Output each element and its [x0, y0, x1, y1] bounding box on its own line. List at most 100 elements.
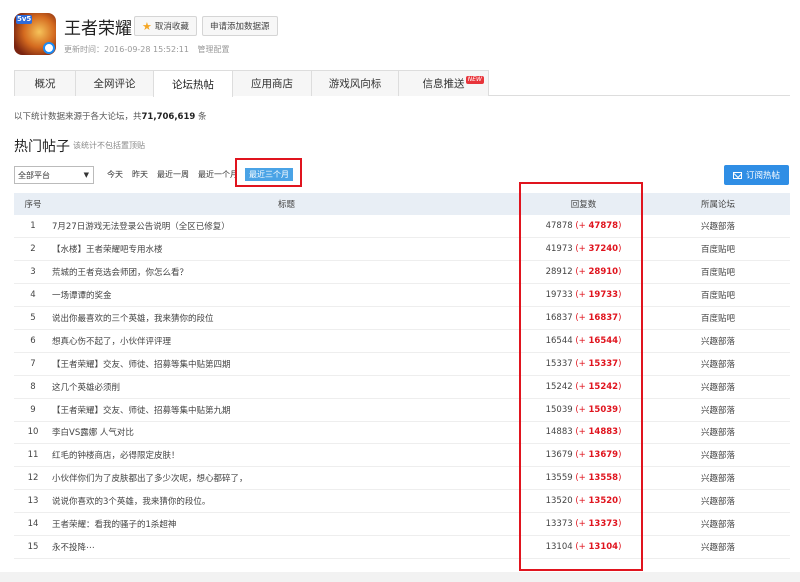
row-title-cell: 李白VS露娜 人气对比 [52, 421, 521, 445]
post-title-link[interactable]: 荒城的王者竞选会师团，你怎么看？ [52, 268, 188, 278]
mail-icon [732, 171, 742, 179]
header-forum: 所属论坛 [646, 193, 790, 215]
post-title-link[interactable]: 这几个英雄必须削 [52, 383, 120, 393]
section-note: 该统计不包括置顶贴 [73, 141, 145, 150]
subscribe-hot-posts-button[interactable]: 订阅热帖 [724, 165, 789, 185]
update-time: 更新时间：2016-09-28 15:52:11 [64, 45, 189, 54]
row-index: 6 [14, 329, 52, 353]
row-index: 8 [14, 375, 52, 399]
star-icon: ★ [142, 19, 152, 33]
row-title-cell: 说说你喜欢的3个英雄，我来猜你的段位。 [52, 489, 521, 514]
data-source-suffix: 条 [198, 112, 207, 122]
row-title-cell: 7月27日游戏无法登录公告说明（全区已修复） [52, 215, 521, 239]
tab-info-push[interactable]: 信息推送 NEW [398, 70, 489, 96]
row-title-cell: 说出你最喜欢的三个英雄，我来猜你的段位 [52, 306, 521, 330]
highlight-box-time-filter [235, 158, 302, 187]
tab-app-store[interactable]: 应用商店 [232, 70, 312, 96]
data-source-summary: 以下统计数据来源于各大论坛，共71,706,619 条 [14, 110, 207, 122]
table-row: 1 7月27日游戏无法登录公告说明（全区已修复） 47878 (+ 47878) 兴趣… [14, 215, 790, 239]
row-forum: 兴趣部落 [646, 421, 790, 445]
tencent-logo-icon [43, 42, 55, 54]
tab-forum-hot-posts[interactable]: 论坛热帖 [153, 70, 233, 97]
row-forum: 兴趣部落 [646, 398, 790, 422]
row-forum: 兴趣部落 [646, 375, 790, 399]
row-forum: 百度贴吧 [646, 306, 790, 330]
row-index: 5 [14, 306, 52, 330]
manage-config-link[interactable]: 管理配置 [198, 45, 230, 54]
post-title-link[interactable]: 王者荣耀：看我的骚子的1杀超神 [52, 520, 176, 530]
apply-data-source-button[interactable]: 申请添加数据源 [202, 16, 278, 36]
data-source-count: 71,706,619 [141, 112, 196, 122]
table-row: 7 【王者荣耀】交友、师徒、招募等集中贴第四期 15337 (+ 15337) 兴趣部… [14, 352, 790, 376]
time-filter-today[interactable]: 今天 [107, 169, 123, 181]
data-source-prefix: 以下统计数据来源于各大论坛，共 [14, 112, 142, 122]
app-icon: 5v5 [14, 13, 56, 55]
post-title-link[interactable]: 7月27日游戏无法登录公告说明（全区已修复） [52, 222, 230, 232]
subscribe-label: 订阅热帖 [745, 171, 780, 181]
tab-bar: 概况 全网评论 论坛热帖 应用商店 游戏风向标 信息推送 NEW [14, 70, 790, 97]
row-index: 3 [14, 260, 52, 285]
post-title-link[interactable]: 红毛的钟楼商店，必得限定皮肤！ [52, 451, 180, 461]
table-row: 14 王者荣耀：看我的骚子的1杀超神 13373 (+ 13373) 兴趣部落 [14, 512, 790, 536]
new-badge: NEW [465, 76, 484, 84]
row-index: 13 [14, 489, 52, 514]
table-row: 12 小伙伴你们为了皮肤都出了多少次呢，想心都碎了， 13559 (+ 13558)… [14, 466, 790, 491]
section-title: 热门帖子 [14, 139, 70, 155]
row-forum: 百度贴吧 [646, 237, 790, 262]
row-title-cell: 这几个英雄必须削 [52, 375, 521, 399]
row-index: 4 [14, 283, 52, 308]
row-index: 15 [14, 535, 52, 559]
tab-game-trend[interactable]: 游戏风向标 [311, 70, 399, 96]
row-forum: 兴趣部落 [646, 215, 790, 239]
row-index: 1 [14, 215, 52, 239]
post-title-link[interactable]: 【王者荣耀】交友、师徒、招募等集中贴第九期 [52, 406, 231, 416]
row-title-cell: 红毛的钟楼商店，必得限定皮肤！ [52, 443, 521, 468]
post-title-link[interactable]: 永不投降⋯ [52, 543, 95, 553]
row-title-cell: 【王者荣耀】交友、师徒、招募等集中贴第九期 [52, 398, 521, 422]
tab-all-comments[interactable]: 全网评论 [75, 70, 154, 96]
table-row: 9 【王者荣耀】交友、师徒、招募等集中贴第九期 15039 (+ 15039) 兴趣部… [14, 398, 790, 422]
unfavorite-label: 取消收藏 [154, 22, 189, 32]
row-index: 9 [14, 398, 52, 422]
row-forum: 百度贴吧 [646, 283, 790, 308]
row-forum: 兴趣部落 [646, 329, 790, 353]
row-index: 2 [14, 237, 52, 262]
post-title-link[interactable]: 【水楼】王者荣耀吧专用水楼 [52, 245, 163, 255]
row-title-cell: 一场谭谭的奖金 [52, 283, 521, 308]
platform-select[interactable]: 全部平台 ▼ [14, 166, 94, 184]
hot-posts-table: 序号 标题 回复数 所属论坛 1 7月27日游戏无法登录公告说明（全区已修复） 47… [14, 193, 790, 559]
row-title-cell: 永不投降⋯ [52, 535, 521, 559]
time-filter-last-week[interactable]: 最近一周 [157, 169, 189, 181]
highlight-box-replies [519, 182, 643, 571]
row-index: 12 [14, 466, 52, 491]
row-title-cell: 荒城的王者竞选会师团，你怎么看？ [52, 260, 521, 285]
post-title-link[interactable]: 想真心伤不起了，小伙伴评评理 [52, 337, 171, 347]
post-title-link[interactable]: 一场谭谭的奖金 [52, 291, 112, 301]
post-title-link[interactable]: 李白VS露娜 人气对比 [52, 428, 134, 438]
row-index: 7 [14, 352, 52, 376]
table-header-row: 序号 标题 回复数 所属论坛 [14, 193, 790, 215]
post-title-link[interactable]: 小伙伴你们为了皮肤都出了多少次呢，想心都碎了， [52, 474, 248, 484]
post-title-link[interactable]: 说出你最喜欢的三个英雄，我来猜你的段位 [52, 314, 214, 324]
table-row: 13 说说你喜欢的3个英雄，我来猜你的段位。 13520 (+ 13520) 兴趣部落 [14, 489, 790, 514]
table-row: 2 【水楼】王者荣耀吧专用水楼 41973 (+ 37240) 百度贴吧 [14, 237, 790, 262]
caret-down-icon: ▼ [83, 171, 89, 179]
table-row: 3 荒城的王者竞选会师团，你怎么看？ 28912 (+ 28910) 百度贴吧 [14, 260, 790, 285]
table-row: 8 这几个英雄必须削 15242 (+ 15242) 兴趣部落 [14, 375, 790, 399]
row-title-cell: 【王者荣耀】交友、师徒、招募等集中贴第四期 [52, 352, 521, 376]
tab-info-push-label: 信息推送 [422, 78, 465, 90]
post-title-link[interactable]: 【王者荣耀】交友、师徒、招募等集中贴第四期 [52, 360, 231, 370]
table-row: 15 永不投降⋯ 13104 (+ 13104) 兴趣部落 [14, 535, 790, 559]
tab-overview[interactable]: 概况 [14, 70, 76, 96]
page-footer-band [0, 572, 800, 582]
unfavorite-button[interactable]: ★ 取消收藏 [134, 16, 197, 36]
time-filter-yesterday[interactable]: 昨天 [132, 169, 148, 181]
table-row: 6 想真心伤不起了，小伙伴评评理 16544 (+ 16544) 兴趣部落 [14, 329, 790, 353]
table-row: 4 一场谭谭的奖金 19733 (+ 19733) 百度贴吧 [14, 283, 790, 308]
row-forum: 兴趣部落 [646, 443, 790, 468]
time-filter-last-month[interactable]: 最近一个月 [198, 169, 238, 181]
post-title-link[interactable]: 说说你喜欢的3个英雄，我来猜你的段位。 [52, 497, 210, 507]
row-title-cell: 想真心伤不起了，小伙伴评评理 [52, 329, 521, 353]
app-header: 5v5 王者荣耀 ★ 取消收藏 申请添加数据源 更新时间：2016-09-28 … [14, 10, 794, 60]
app-title: 王者荣耀 [64, 19, 132, 39]
